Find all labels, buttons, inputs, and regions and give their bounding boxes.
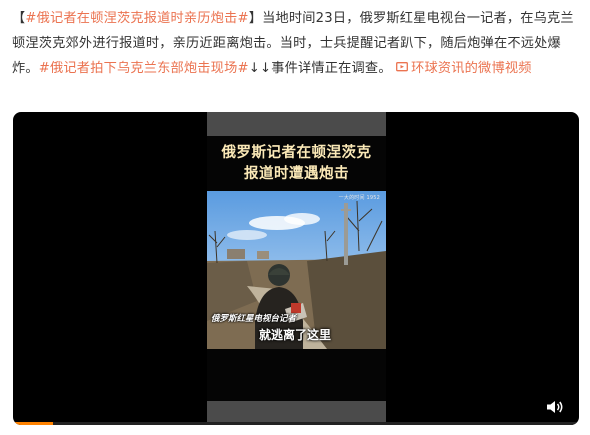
video-source-icon — [396, 62, 409, 73]
video-bottom-band — [207, 349, 386, 401]
progress-fill — [13, 422, 53, 425]
video-frame[interactable]: 俄罗斯记者在顿涅茨克 报道时遭遇炮击 一大的时间 1952 俄罗斯红星电视台记者… — [207, 112, 386, 425]
video-watermark: 一大的时间 1952 — [338, 195, 380, 201]
video-subtitle-main: 就逃离了这里 — [259, 328, 332, 342]
video-title-band: 俄罗斯记者在顿涅茨克 报道时遭遇炮击 — [207, 136, 386, 191]
letterbox-top — [207, 112, 386, 136]
post-text: 【#俄记者在顿涅茨克报道时亲历炮击#】当地时间23日，俄罗斯红星电视台一记者，在… — [12, 6, 582, 81]
video-hashtag-link[interactable]: #俄记者拍下乌克兰东部炮击现场# — [39, 61, 249, 76]
down-arrows: ↓↓ — [248, 61, 272, 76]
video-player[interactable]: 俄罗斯记者在顿涅茨克 报道时遭遇炮击 一大的时间 1952 俄罗斯红星电视台记者… — [13, 112, 579, 425]
video-title-line-1: 俄罗斯记者在顿涅茨克 — [221, 144, 372, 161]
bracket-open: 【 — [12, 11, 26, 26]
video-title-line-2: 报道时遭遇炮击 — [244, 165, 349, 182]
volume-icon[interactable] — [545, 399, 565, 415]
post-tail: 事件详情正在调查。 — [271, 61, 392, 76]
progress-bar[interactable] — [13, 422, 579, 425]
bracket-close: 】 — [248, 11, 263, 26]
topic-hashtag-link[interactable]: #俄记者在顿涅茨克报道时亲历炮击# — [25, 11, 248, 26]
video-source-label: 环球资讯的微博视频 — [411, 61, 532, 76]
video-subtitle-small: 俄罗斯红星电视台记者 — [211, 314, 297, 324]
video-source-link[interactable]: 环球资讯的微博视频 — [396, 61, 532, 76]
